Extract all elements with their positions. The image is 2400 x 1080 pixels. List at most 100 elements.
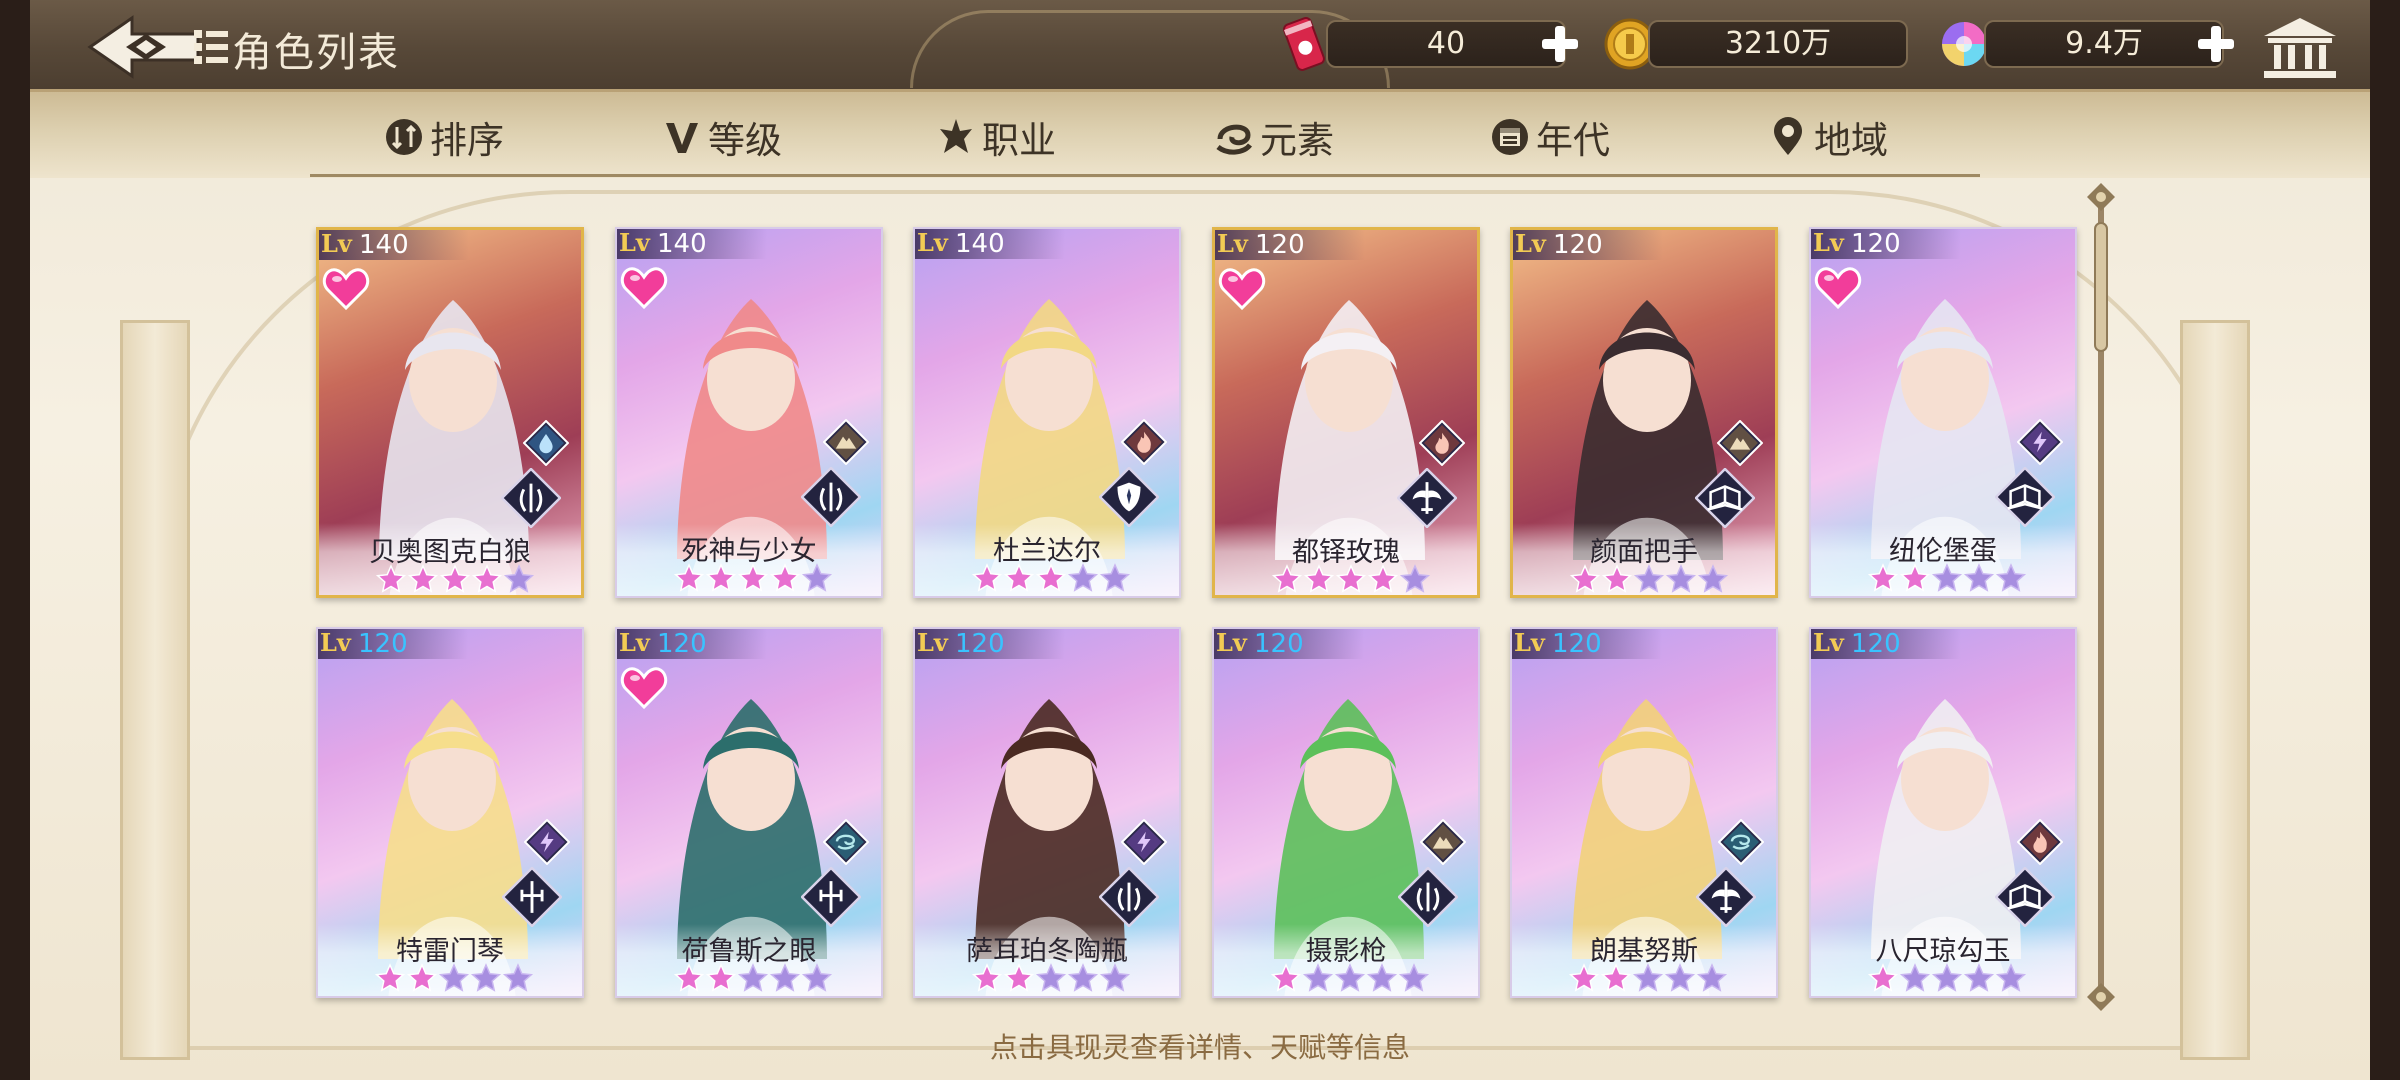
list-icon <box>194 30 228 64</box>
level-prefix: Lv <box>917 628 948 657</box>
character-card[interactable]: Lv 120 摄影枪 <box>1212 627 1480 998</box>
character-card[interactable]: Lv 120 纽伦堡蛋 <box>1809 227 2077 598</box>
lightning-element-icon <box>2017 419 2063 465</box>
right-pillar <box>2180 320 2250 1060</box>
star-filled-icon <box>406 963 438 992</box>
character-card[interactable]: Lv 140 杜兰达尔 <box>913 227 1181 598</box>
star-filled-icon <box>1601 564 1633 593</box>
add-gems-button[interactable] <box>2194 22 2238 66</box>
star-empty-icon <box>1067 563 1099 592</box>
scroll-top-ornament-icon <box>2087 183 2115 211</box>
level-value: 120 <box>1255 230 1305 260</box>
filter-tab-bar: 排序 等级 职业 元素 年代 地域 <box>30 92 2370 178</box>
star-filled-icon <box>971 563 1003 592</box>
star-filled-icon <box>705 963 737 992</box>
star-empty-icon <box>470 963 502 992</box>
tab-underline <box>310 174 1980 177</box>
level-prefix: Lv <box>321 229 352 258</box>
favorite-heart-icon <box>620 667 668 709</box>
star-empty-icon <box>1664 963 1696 992</box>
level-value: 140 <box>955 229 1005 259</box>
character-card[interactable]: Lv 120 萨耳珀冬陶瓶 <box>913 627 1181 998</box>
book-class-icon <box>1995 467 2055 527</box>
star-empty-icon <box>1302 963 1334 992</box>
add-stamina-button[interactable] <box>1538 22 1582 66</box>
star-empty-icon <box>1334 963 1366 992</box>
tab-region[interactable]: 地域 <box>1768 112 1888 162</box>
level-value: 120 <box>1254 629 1304 659</box>
star-filled-icon <box>673 563 705 592</box>
character-card[interactable]: Lv 120 都铎玫瑰 <box>1212 227 1480 598</box>
level-banner: Lv 120 <box>617 629 767 659</box>
back-arrow-icon[interactable] <box>86 14 204 80</box>
level-banner: Lv 140 <box>915 229 1065 259</box>
gem-value: 9.4万 <box>2065 26 2143 61</box>
character-card[interactable]: Lv 120 八尺琼勾玉 <box>1809 627 2077 998</box>
region-pin-icon <box>1774 117 1802 155</box>
star-rating <box>1271 564 1431 593</box>
character-card[interactable]: Lv 120 颜面把手 <box>1510 227 1778 598</box>
tab-sort[interactable]: 排序 <box>384 112 504 162</box>
star-rating <box>971 563 1131 592</box>
tab-era[interactable]: 年代 <box>1490 112 1610 162</box>
level-banner: Lv 120 <box>1811 629 1961 659</box>
star-empty-icon <box>1633 564 1665 593</box>
character-card[interactable]: Lv 120 荷鲁斯之眼 <box>615 627 883 998</box>
winged-sword-class-icon <box>1696 867 1756 927</box>
star-filled-icon <box>1003 563 1035 592</box>
character-card[interactable]: Lv 120 特雷门琴 <box>316 627 584 998</box>
star-empty-icon <box>1035 963 1067 992</box>
star-empty-icon <box>503 564 535 593</box>
book-class-icon <box>1695 468 1755 528</box>
level-banner: Lv 120 <box>318 629 468 659</box>
game-screen: 角色列表 40 3210万 9.4万 排序 等级 职业 元素 年代 地域 Lv … <box>0 0 2400 1080</box>
level-value: 120 <box>955 629 1005 659</box>
earth-element-icon <box>823 419 869 465</box>
era-calendar-icon <box>1492 119 1528 155</box>
tab-element[interactable]: 元素 <box>1214 112 1334 162</box>
level-prefix: Lv <box>619 628 650 657</box>
star-filled-icon <box>1367 564 1399 593</box>
museum-icon[interactable] <box>2260 14 2340 82</box>
level-banner: Lv 120 <box>915 629 1065 659</box>
star-filled-icon <box>1569 564 1601 593</box>
star-empty-icon <box>1665 564 1697 593</box>
star-filled-icon <box>1270 963 1302 992</box>
star-empty-icon <box>1899 963 1931 992</box>
character-card[interactable]: Lv 140 死神与少女 <box>615 227 883 598</box>
fire-element-icon <box>1419 420 1465 466</box>
star-filled-icon <box>1303 564 1335 593</box>
star-rating <box>971 963 1131 992</box>
star-filled-icon <box>673 963 705 992</box>
character-card[interactable]: Lv 120 朗基努斯 <box>1510 627 1778 998</box>
favorite-heart-icon <box>1218 268 1266 310</box>
level-prefix: Lv <box>619 228 650 257</box>
cross-sword-class-icon <box>502 867 562 927</box>
winged-sword-class-icon <box>1397 468 1457 528</box>
gem-counter: 9.4万 <box>1984 20 2224 68</box>
star-filled-icon <box>1271 564 1303 593</box>
scrollbar-thumb[interactable] <box>2094 222 2108 352</box>
tab-level-label: 等级 <box>708 119 782 162</box>
red-can-icon <box>1283 17 1325 71</box>
gold-value: 3210万 <box>1724 26 1832 61</box>
tab-era-label: 年代 <box>1536 119 1610 162</box>
level-banner: Lv 120 <box>1215 230 1365 260</box>
star-filled-icon <box>1867 563 1899 592</box>
level-prefix: Lv <box>320 628 351 657</box>
star-filled-icon <box>1600 963 1632 992</box>
star-filled-icon <box>1035 563 1067 592</box>
character-card[interactable]: Lv 140 贝奥图克白狼 <box>316 227 584 598</box>
level-value: 120 <box>1851 629 1901 659</box>
cross-sword-class-icon <box>801 867 861 927</box>
level-value: 120 <box>657 629 707 659</box>
level-value: 120 <box>1851 229 1901 259</box>
water-element-icon <box>523 420 569 466</box>
tab-level[interactable]: 等级 <box>662 112 782 162</box>
tab-class[interactable]: 职业 <box>936 112 1056 162</box>
level-banner: Lv 120 <box>1513 230 1663 260</box>
right-edge <box>2370 0 2400 1080</box>
star-rating <box>1867 963 2027 992</box>
star-empty-icon <box>801 963 833 992</box>
level-prefix: Lv <box>1216 628 1247 657</box>
